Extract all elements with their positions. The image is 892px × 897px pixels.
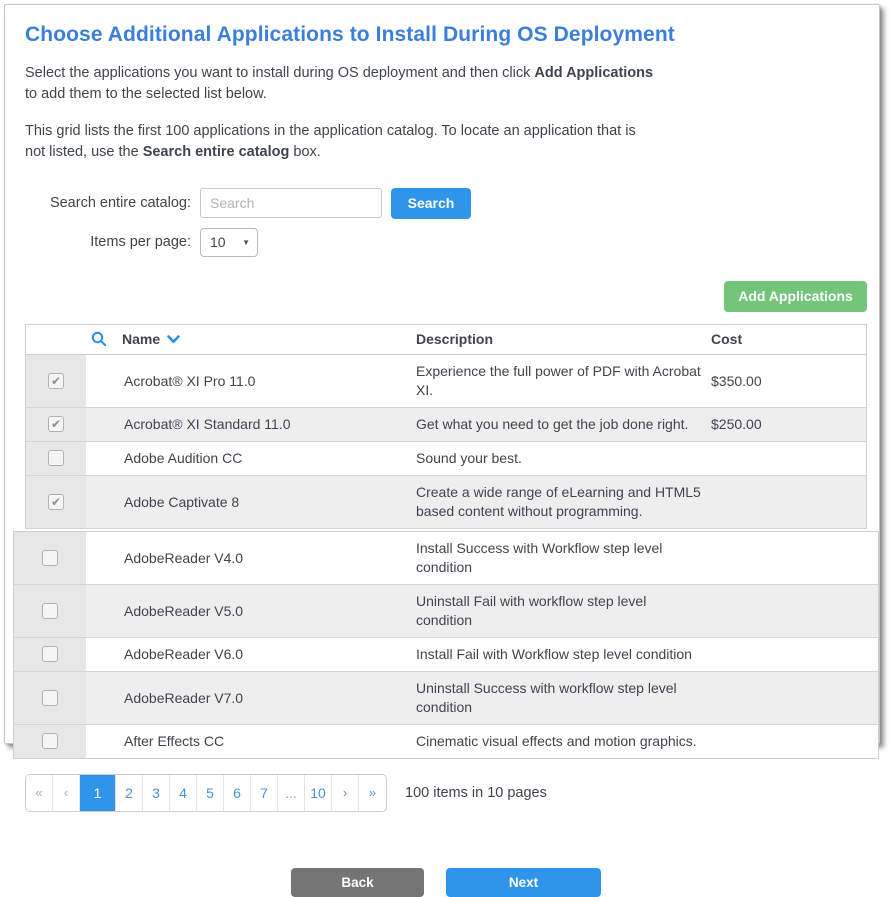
page-number-button[interactable]: 4 xyxy=(170,775,197,811)
table-row: AdobeReader V5.0 Uninstall Fail with wor… xyxy=(14,585,878,638)
app-name: AdobeReader V4.0 xyxy=(86,532,416,584)
checkbox-cell xyxy=(14,725,86,758)
app-cost: $250.00 xyxy=(711,408,866,441)
applications-table: Name Description Cost ✔ Acrobat® XI Pro … xyxy=(25,324,867,759)
app-name: AdobeReader V6.0 xyxy=(86,638,416,671)
next-button[interactable]: Next xyxy=(446,868,601,897)
intro-text-2: to add them to the selected list below. xyxy=(25,86,267,102)
app-name: Adobe Audition CC xyxy=(86,442,416,475)
app-description: Get what you need to get the job done ri… xyxy=(416,408,711,441)
app-description: Install Fail with Workflow step level co… xyxy=(416,638,711,671)
dialog-page: Choose Additional Applications to Instal… xyxy=(4,4,880,744)
app-description: Create a wide range of eLearning and HTM… xyxy=(416,476,711,528)
app-name: AdobeReader V7.0 xyxy=(86,672,416,724)
app-description: Sound your best. xyxy=(416,442,711,475)
footer-buttons: Back Next xyxy=(25,868,867,897)
note-bold: Search entire catalog xyxy=(143,144,290,160)
checkbox-cell: ✔ xyxy=(26,476,86,528)
app-cost xyxy=(711,532,878,584)
search-input[interactable] xyxy=(200,188,382,218)
app-name: After Effects CC xyxy=(86,725,416,758)
select-dropdown-arrow-icon: ▼ xyxy=(242,238,250,247)
app-cost: $350.00 xyxy=(711,355,866,407)
page-title: Choose Additional Applications to Instal… xyxy=(25,23,867,47)
items-per-page-select[interactable]: 10 ▼ xyxy=(200,228,258,257)
intro-paragraph: Select the applications you want to inst… xyxy=(25,63,657,106)
page-number-button[interactable]: 5 xyxy=(197,775,224,811)
items-per-page-label: Items per page: xyxy=(25,234,200,250)
page-number-button[interactable]: 7 xyxy=(251,775,278,811)
checkbox-cell xyxy=(14,638,86,671)
row-checkbox[interactable] xyxy=(42,646,58,662)
back-button[interactable]: Back xyxy=(291,868,424,897)
page-number-button[interactable]: 2 xyxy=(116,775,143,811)
checkbox-cell: ✔ xyxy=(26,355,86,407)
app-name: Acrobat® XI Pro 11.0 xyxy=(86,355,416,407)
pager-summary: 100 items in 10 pages xyxy=(405,785,547,801)
checkbox-cell xyxy=(14,672,86,724)
app-name: AdobeReader V5.0 xyxy=(86,585,416,637)
table-row: AdobeReader V7.0 Uninstall Success with … xyxy=(14,672,878,725)
app-cost xyxy=(711,476,866,528)
app-cost xyxy=(711,638,878,671)
app-description: Uninstall Success with workflow step lev… xyxy=(416,672,711,724)
row-checkbox[interactable] xyxy=(48,450,64,466)
description-column-header: Description xyxy=(416,331,711,347)
checkbox-cell xyxy=(14,585,86,637)
table-row: ✔ Adobe Captivate 8 Create a wide range … xyxy=(26,476,866,529)
app-description: Experience the full power of PDF with Ac… xyxy=(416,355,711,407)
cost-column-header: Cost xyxy=(711,331,866,347)
note-text-1: This grid lists the first 100 applicatio… xyxy=(25,123,636,160)
checkbox-cell xyxy=(14,532,86,584)
app-description: Cinematic visual effects and motion grap… xyxy=(416,725,711,758)
search-catalog-label: Search entire catalog: xyxy=(25,195,200,211)
row-checkbox[interactable] xyxy=(42,690,58,706)
table-row: AdobeReader V6.0 Install Fail with Workf… xyxy=(14,638,878,672)
page-first-button[interactable]: « xyxy=(26,775,53,811)
page-number-button-active[interactable]: 1 xyxy=(80,775,116,811)
search-form: Search entire catalog: Search Items per … xyxy=(25,188,867,257)
intro-bold: Add Applications xyxy=(534,65,653,81)
row-checkbox[interactable] xyxy=(42,603,58,619)
page-number-button[interactable]: 3 xyxy=(143,775,170,811)
table-row: Adobe Audition CC Sound your best. xyxy=(26,442,866,476)
table-row: ✔ Acrobat® XI Standard 11.0 Get what you… xyxy=(26,408,866,442)
app-cost xyxy=(711,672,878,724)
page-next-button[interactable]: › xyxy=(332,775,359,811)
add-applications-button[interactable]: Add Applications xyxy=(724,281,867,312)
app-description: Install Success with Workflow step level… xyxy=(416,532,711,584)
app-description: Uninstall Fail with workflow step level … xyxy=(416,585,711,637)
pager: «‹1234567...10›» xyxy=(25,774,387,812)
note-text-2: box. xyxy=(289,144,320,160)
name-column-header[interactable]: Name xyxy=(122,331,160,347)
page-number-button[interactable]: 10 xyxy=(305,775,332,811)
search-button[interactable]: Search xyxy=(391,188,471,219)
app-cost xyxy=(711,442,866,475)
app-cost xyxy=(711,585,878,637)
row-checkbox[interactable]: ✔ xyxy=(48,416,64,432)
row-checkbox[interactable] xyxy=(42,733,58,749)
checkbox-cell: ✔ xyxy=(26,408,86,441)
note-paragraph: This grid lists the first 100 applicatio… xyxy=(25,121,657,164)
page-last-button[interactable]: » xyxy=(359,775,386,811)
intro-text-1: Select the applications you want to inst… xyxy=(25,65,534,81)
page-number-button[interactable]: 6 xyxy=(224,775,251,811)
pagination-bar: «‹1234567...10›» 100 items in 10 pages xyxy=(25,774,867,812)
app-cost xyxy=(711,725,878,758)
table-row: ✔ Acrobat® XI Pro 11.0 Experience the fu… xyxy=(26,355,866,408)
column-search-icon[interactable] xyxy=(91,331,107,347)
sort-descending-icon[interactable] xyxy=(167,335,180,344)
row-checkbox[interactable] xyxy=(42,550,58,566)
table-header-row: Name Description Cost xyxy=(26,324,866,355)
row-checkbox[interactable]: ✔ xyxy=(48,494,64,510)
app-name: Adobe Captivate 8 xyxy=(86,476,416,528)
page-prev-button[interactable]: ‹ xyxy=(53,775,80,811)
checkbox-cell xyxy=(26,442,86,475)
items-per-page-value: 10 xyxy=(210,234,226,250)
table-row: AdobeReader V4.0 Install Success with Wo… xyxy=(14,532,878,585)
app-name: Acrobat® XI Standard 11.0 xyxy=(86,408,416,441)
row-checkbox[interactable]: ✔ xyxy=(48,373,64,389)
page-ellipsis: ... xyxy=(278,775,305,811)
table-row: After Effects CC Cinematic visual effect… xyxy=(14,725,878,759)
